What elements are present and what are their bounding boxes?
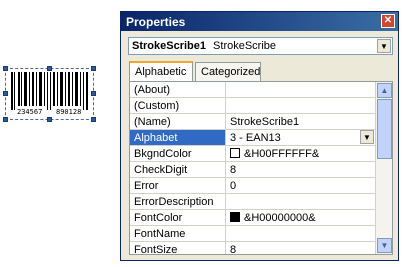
property-value[interactable] bbox=[226, 82, 376, 97]
property-value[interactable] bbox=[226, 194, 376, 209]
scroll-down-icon: ▼ bbox=[380, 241, 389, 250]
properties-window: Properties ✕ StrokeScribe1 StrokeScribe … bbox=[120, 11, 399, 261]
property-value[interactable]: 0 bbox=[226, 178, 376, 193]
tab-alphabetic-label: Alphabetic bbox=[135, 66, 187, 78]
resize-handle-w[interactable] bbox=[3, 91, 8, 96]
properties-titlebar[interactable]: Properties ✕ bbox=[121, 12, 398, 31]
scroll-down-button[interactable]: ▼ bbox=[377, 238, 392, 253]
close-button[interactable]: ✕ bbox=[381, 14, 395, 28]
property-row-about[interactable]: (About) bbox=[130, 82, 376, 98]
chevron-down-icon: ▼ bbox=[380, 42, 388, 51]
color-swatch bbox=[230, 148, 240, 158]
property-grid: (About) (Custom) (Name) StrokeScribe1 Al… bbox=[129, 81, 393, 255]
resize-handle-s[interactable] bbox=[47, 117, 52, 122]
resize-handle-n[interactable] bbox=[47, 66, 52, 71]
chevron-down-icon: ▼ bbox=[363, 133, 371, 142]
scroll-up-icon: ▲ bbox=[380, 86, 389, 95]
property-value[interactable]: StrokeScribe1 bbox=[226, 114, 376, 129]
color-swatch bbox=[230, 212, 240, 222]
scroll-thumb[interactable] bbox=[377, 99, 392, 159]
property-name: CheckDigit bbox=[130, 162, 226, 177]
tab-categorized[interactable]: Categorized bbox=[195, 62, 261, 82]
close-icon: ✕ bbox=[383, 15, 393, 26]
object-selector-dropdown[interactable]: ▼ bbox=[377, 39, 391, 53]
property-name: BkgndColor bbox=[130, 146, 226, 161]
resize-handle-sw[interactable] bbox=[3, 117, 8, 122]
property-value[interactable]: &H00FFFFFF& bbox=[226, 146, 376, 161]
property-value[interactable] bbox=[226, 98, 376, 113]
property-value[interactable]: 8 bbox=[226, 162, 376, 177]
vertical-scrollbar[interactable]: ▲ ▼ bbox=[375, 82, 392, 254]
resize-handle-nw[interactable] bbox=[3, 66, 8, 71]
property-value-text: &H00FFFFFF& bbox=[244, 148, 320, 160]
property-name: FontSize bbox=[130, 242, 226, 254]
property-row-error[interactable]: Error 0 bbox=[130, 178, 376, 194]
resize-handle-ne[interactable] bbox=[91, 66, 96, 71]
property-value[interactable] bbox=[226, 226, 376, 241]
property-row-fontsize[interactable]: FontSize 8 bbox=[130, 242, 376, 254]
object-name: StrokeScribe1 bbox=[132, 40, 206, 52]
property-row-fontcolor[interactable]: FontColor &H00000000& bbox=[130, 210, 376, 226]
barcode-digits-right: 890128 bbox=[56, 108, 82, 116]
window-title: Properties bbox=[126, 15, 186, 29]
property-value-dropdown[interactable]: ▼ bbox=[360, 130, 374, 144]
property-row-errordescription[interactable]: ErrorDescription bbox=[130, 194, 376, 210]
property-name: FontName bbox=[130, 226, 226, 241]
property-value[interactable]: &H00000000& bbox=[226, 210, 376, 225]
property-value-text: &H00000000& bbox=[244, 212, 316, 224]
property-row-name[interactable]: (Name) StrokeScribe1 bbox=[130, 114, 376, 130]
property-row-alphabet[interactable]: Alphabet 3 - EAN13 ▼ bbox=[130, 130, 376, 146]
property-name: ErrorDescription bbox=[130, 194, 226, 209]
property-row-checkdigit[interactable]: CheckDigit 8 bbox=[130, 162, 376, 178]
property-value-text: 3 - EAN13 bbox=[230, 132, 281, 144]
property-name: FontColor bbox=[130, 210, 226, 225]
object-selector[interactable]: StrokeScribe1 StrokeScribe ▼ bbox=[128, 37, 393, 55]
tab-alphabetic[interactable]: Alphabetic bbox=[129, 61, 193, 82]
barcode-control[interactable]: 234567 890128 bbox=[3, 66, 96, 122]
resize-handle-e[interactable] bbox=[91, 91, 96, 96]
property-name: (Custom) bbox=[130, 98, 226, 113]
property-value-select[interactable]: 3 - EAN13 ▼ bbox=[226, 130, 376, 145]
scroll-up-button[interactable]: ▲ bbox=[377, 83, 392, 98]
barcode-bars bbox=[11, 72, 88, 110]
object-type: StrokeScribe bbox=[213, 40, 277, 52]
property-name: Alphabet bbox=[130, 130, 226, 145]
property-name: (About) bbox=[130, 82, 226, 97]
resize-handle-se[interactable] bbox=[91, 117, 96, 122]
property-row-bkgndcolor[interactable]: BkgndColor &H00FFFFFF& bbox=[130, 146, 376, 162]
property-row-custom[interactable]: (Custom) bbox=[130, 98, 376, 114]
barcode-digits-left: 234567 bbox=[17, 108, 43, 116]
property-name: (Name) bbox=[130, 114, 226, 129]
property-row-fontname[interactable]: FontName bbox=[130, 226, 376, 242]
property-value[interactable]: 8 bbox=[226, 242, 376, 254]
property-name: Error bbox=[130, 178, 226, 193]
tab-categorized-label: Categorized bbox=[201, 66, 261, 78]
